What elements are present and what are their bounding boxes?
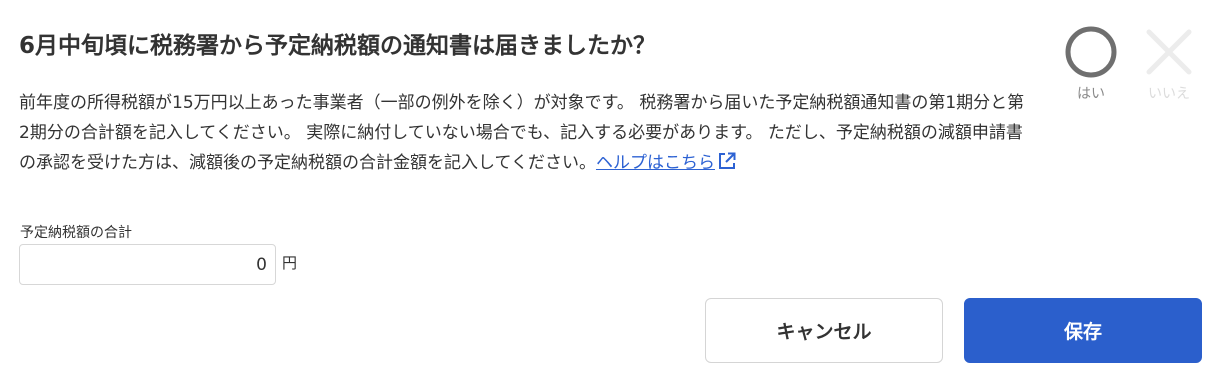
- answer-no-button[interactable]: いいえ: [1137, 24, 1201, 102]
- description-text: 前年度の所得税額が15万円以上あった事業者（一部の例外を除く）が対象です。 税務…: [19, 93, 1025, 173]
- circle-icon: [1059, 24, 1123, 80]
- amount-unit: 円: [282, 254, 298, 272]
- amount-input[interactable]: [19, 244, 276, 285]
- cancel-button[interactable]: キャンセル: [705, 298, 943, 363]
- cross-icon: [1137, 24, 1201, 80]
- amount-field-label: 予定納税額の合計: [20, 225, 132, 241]
- help-link-label: ヘルプはこちら: [595, 153, 715, 173]
- question-description: 前年度の所得税額が15万円以上あった事業者（一部の例外を除く）が対象です。 税務…: [19, 88, 1031, 178]
- help-link[interactable]: ヘルプはこちら: [595, 151, 737, 173]
- answer-yes-label: はい: [1077, 86, 1105, 102]
- answer-yes-button[interactable]: はい: [1059, 24, 1123, 102]
- question-title: 6月中旬頃に税務署から予定納税額の通知書は届きましたか？: [19, 33, 657, 59]
- external-link-icon: [717, 151, 737, 171]
- answer-no-label: いいえ: [1148, 86, 1190, 102]
- save-button[interactable]: 保存: [964, 298, 1202, 363]
